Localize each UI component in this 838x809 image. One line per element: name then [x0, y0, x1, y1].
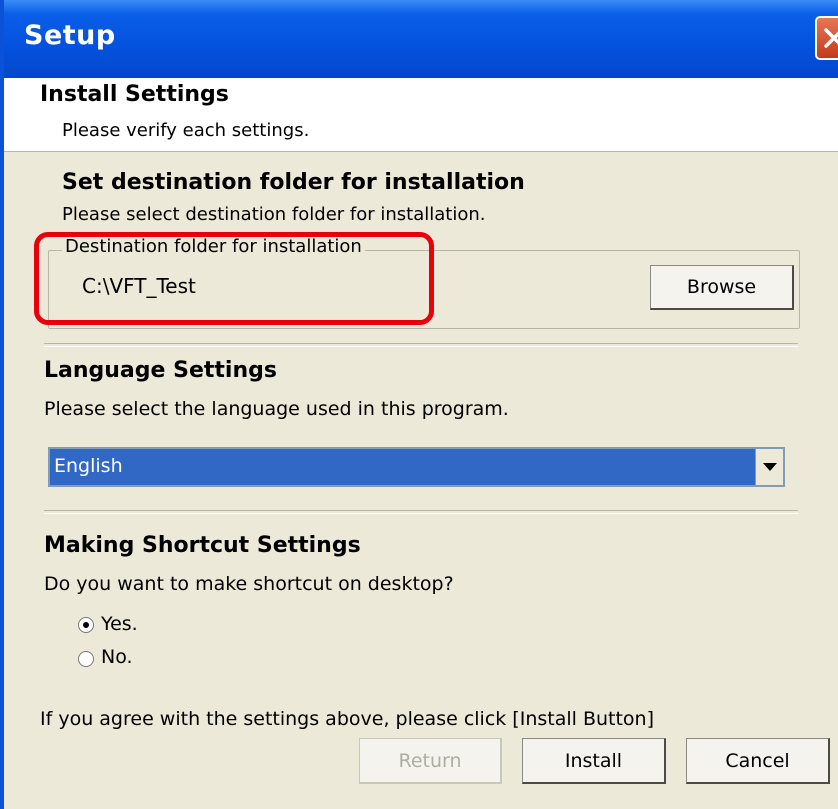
setup-window: Setup Install Settings Please verify eac…	[0, 0, 838, 809]
agreement-message: If you agree with the settings above, pl…	[40, 708, 655, 730]
destination-description: Please select destination folder for ins…	[62, 204, 486, 225]
page-subtitle: Please verify each settings.	[62, 120, 310, 141]
window-title: Setup	[24, 20, 116, 51]
cancel-button[interactable]: Cancel	[686, 738, 830, 784]
highlight-annotation	[34, 232, 434, 325]
radio-no-label[interactable]: No.	[101, 646, 133, 668]
language-description: Please select the language used in this …	[44, 398, 509, 420]
page-title: Install Settings	[40, 82, 229, 107]
radio-yes[interactable]	[78, 617, 94, 633]
radio-yes-label[interactable]: Yes.	[101, 613, 138, 635]
radio-no[interactable]	[78, 651, 94, 667]
title-bar[interactable]: Setup	[4, 0, 838, 78]
close-button[interactable]	[815, 16, 838, 60]
dropdown-button[interactable]	[755, 449, 783, 485]
close-icon	[824, 28, 838, 48]
install-button[interactable]: Install	[522, 738, 666, 784]
dropdown-arrow-icon	[763, 463, 777, 471]
language-select[interactable]: English	[48, 447, 785, 487]
browse-button[interactable]: Browse	[650, 265, 794, 310]
destination-section-title: Set destination folder for installation	[62, 170, 525, 195]
radio-checked-dot	[83, 622, 89, 628]
divider	[44, 510, 798, 514]
return-button[interactable]: Return	[359, 738, 502, 784]
shortcut-section-title: Making Shortcut Settings	[44, 533, 361, 558]
divider	[44, 343, 798, 347]
language-selected-value: English	[50, 449, 757, 485]
shortcut-question: Do you want to make shortcut on desktop?	[44, 573, 454, 595]
language-section-title: Language Settings	[44, 358, 277, 383]
header-panel: Install Settings Please verify each sett…	[4, 78, 838, 152]
